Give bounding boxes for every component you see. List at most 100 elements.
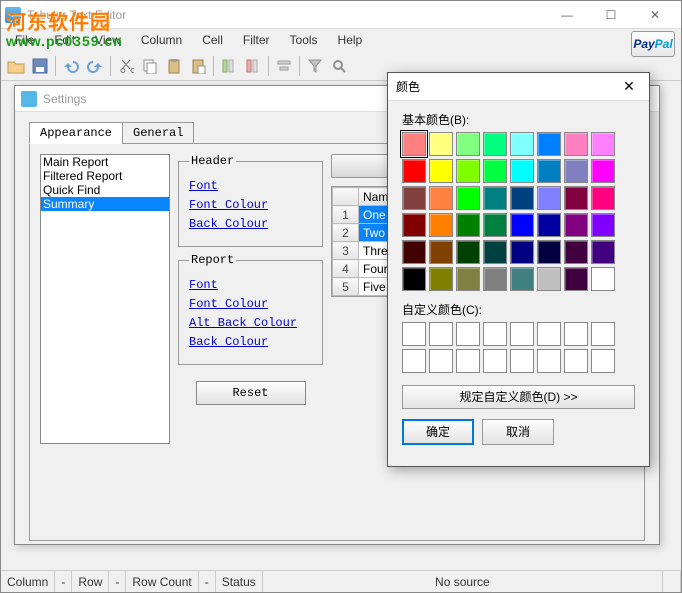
menu-edit[interactable]: Edit — [44, 31, 85, 49]
list-item[interactable]: Quick Find — [41, 183, 169, 197]
grid-rownum[interactable]: 4 — [333, 260, 359, 278]
custom-swatch[interactable] — [537, 322, 561, 346]
find-icon[interactable] — [328, 55, 350, 77]
menu-help[interactable]: Help — [328, 31, 373, 49]
color-swatch[interactable] — [564, 267, 588, 291]
maximize-button[interactable]: ☐ — [589, 1, 633, 29]
color-swatch[interactable] — [402, 240, 426, 264]
color-swatch[interactable] — [456, 240, 480, 264]
color-swatch[interactable] — [537, 267, 561, 291]
custom-swatch[interactable] — [537, 349, 561, 373]
grid-rownum[interactable]: 2 — [333, 224, 359, 242]
color-swatch[interactable] — [456, 132, 480, 156]
header-back-colour-link[interactable]: Back Colour — [189, 217, 312, 231]
insert-col-icon[interactable] — [218, 55, 240, 77]
color-swatch[interactable] — [591, 240, 615, 264]
report-font-colour-link[interactable]: Font Colour — [189, 297, 312, 311]
color-swatch[interactable] — [429, 159, 453, 183]
custom-swatch[interactable] — [456, 349, 480, 373]
custom-swatch[interactable] — [429, 349, 453, 373]
color-swatch[interactable] — [402, 132, 426, 156]
color-swatch[interactable] — [483, 267, 507, 291]
report-listbox[interactable]: Main Report Filtered Report Quick Find S… — [40, 154, 170, 444]
report-back-colour-link[interactable]: Back Colour — [189, 335, 312, 349]
delete-col-icon[interactable] — [242, 55, 264, 77]
color-swatch[interactable] — [402, 159, 426, 183]
custom-swatch[interactable] — [591, 322, 615, 346]
ok-button[interactable]: 确定 — [402, 419, 474, 445]
color-swatch[interactable] — [483, 159, 507, 183]
report-font-link[interactable]: Font — [189, 278, 312, 292]
grid-rownum[interactable]: 1 — [333, 206, 359, 224]
color-swatch[interactable] — [456, 267, 480, 291]
color-swatch[interactable] — [537, 213, 561, 237]
define-custom-button[interactable]: 规定自定义颜色(D) >> — [402, 385, 635, 409]
color-swatch[interactable] — [456, 186, 480, 210]
color-swatch[interactable] — [402, 186, 426, 210]
color-swatch[interactable] — [591, 132, 615, 156]
color-swatch[interactable] — [483, 132, 507, 156]
tab-general[interactable]: General — [122, 122, 194, 144]
color-swatch[interactable] — [429, 267, 453, 291]
minimize-button[interactable]: — — [545, 1, 589, 29]
color-swatch[interactable] — [510, 240, 534, 264]
color-swatch[interactable] — [564, 186, 588, 210]
grid-rownum[interactable]: 5 — [333, 278, 359, 296]
color-swatch[interactable] — [510, 213, 534, 237]
paypal-button[interactable]: PayPal — [631, 31, 675, 57]
menu-filter[interactable]: Filter — [233, 31, 280, 49]
custom-swatch[interactable] — [402, 322, 426, 346]
header-font-link[interactable]: Font — [189, 179, 312, 193]
color-swatch[interactable] — [429, 132, 453, 156]
undo-icon[interactable] — [60, 55, 82, 77]
custom-swatch[interactable] — [429, 322, 453, 346]
list-item[interactable]: Summary — [41, 197, 169, 211]
paste-special-icon[interactable] — [187, 55, 209, 77]
color-swatch[interactable] — [510, 159, 534, 183]
paste-icon[interactable] — [163, 55, 185, 77]
copy-icon[interactable] — [139, 55, 161, 77]
cancel-button[interactable]: 取消 — [482, 419, 554, 445]
menu-tools[interactable]: Tools — [280, 31, 328, 49]
color-swatch[interactable] — [510, 186, 534, 210]
redo-icon[interactable] — [84, 55, 106, 77]
custom-swatch[interactable] — [564, 349, 588, 373]
color-swatch[interactable] — [483, 186, 507, 210]
custom-swatch[interactable] — [402, 349, 426, 373]
grid-rownum[interactable]: 3 — [333, 242, 359, 260]
header-font-colour-link[interactable]: Font Colour — [189, 198, 312, 212]
list-item[interactable]: Filtered Report — [41, 169, 169, 183]
custom-swatch[interactable] — [483, 322, 507, 346]
custom-swatch[interactable] — [510, 322, 534, 346]
color-swatch[interactable] — [429, 186, 453, 210]
tab-appearance[interactable]: Appearance — [29, 122, 123, 144]
color-swatch[interactable] — [456, 213, 480, 237]
color-swatch[interactable] — [564, 132, 588, 156]
report-alt-back-colour-link[interactable]: Alt Back Colour — [189, 316, 312, 330]
color-swatch[interactable] — [483, 240, 507, 264]
color-swatch[interactable] — [564, 240, 588, 264]
color-swatch[interactable] — [537, 240, 561, 264]
color-swatch[interactable] — [591, 159, 615, 183]
color-swatch[interactable] — [591, 213, 615, 237]
list-item[interactable]: Main Report — [41, 155, 169, 169]
menu-file[interactable]: File — [5, 31, 44, 49]
menu-cell[interactable]: Cell — [192, 31, 233, 49]
custom-swatch[interactable] — [456, 322, 480, 346]
color-swatch[interactable] — [456, 159, 480, 183]
filter-icon[interactable] — [304, 55, 326, 77]
color-swatch[interactable] — [537, 132, 561, 156]
color-swatch[interactable] — [537, 186, 561, 210]
color-swatch[interactable] — [591, 186, 615, 210]
filter-toggle-icon[interactable] — [273, 55, 295, 77]
custom-swatch[interactable] — [483, 349, 507, 373]
color-swatch[interactable] — [537, 159, 561, 183]
color-swatch[interactable] — [429, 213, 453, 237]
custom-swatch[interactable] — [591, 349, 615, 373]
menu-view[interactable]: View — [85, 31, 131, 49]
color-swatch[interactable] — [483, 213, 507, 237]
color-dialog-close-button[interactable]: ✕ — [617, 78, 641, 95]
color-swatch[interactable] — [564, 159, 588, 183]
close-button[interactable]: ✕ — [633, 1, 677, 29]
color-swatch[interactable] — [402, 267, 426, 291]
